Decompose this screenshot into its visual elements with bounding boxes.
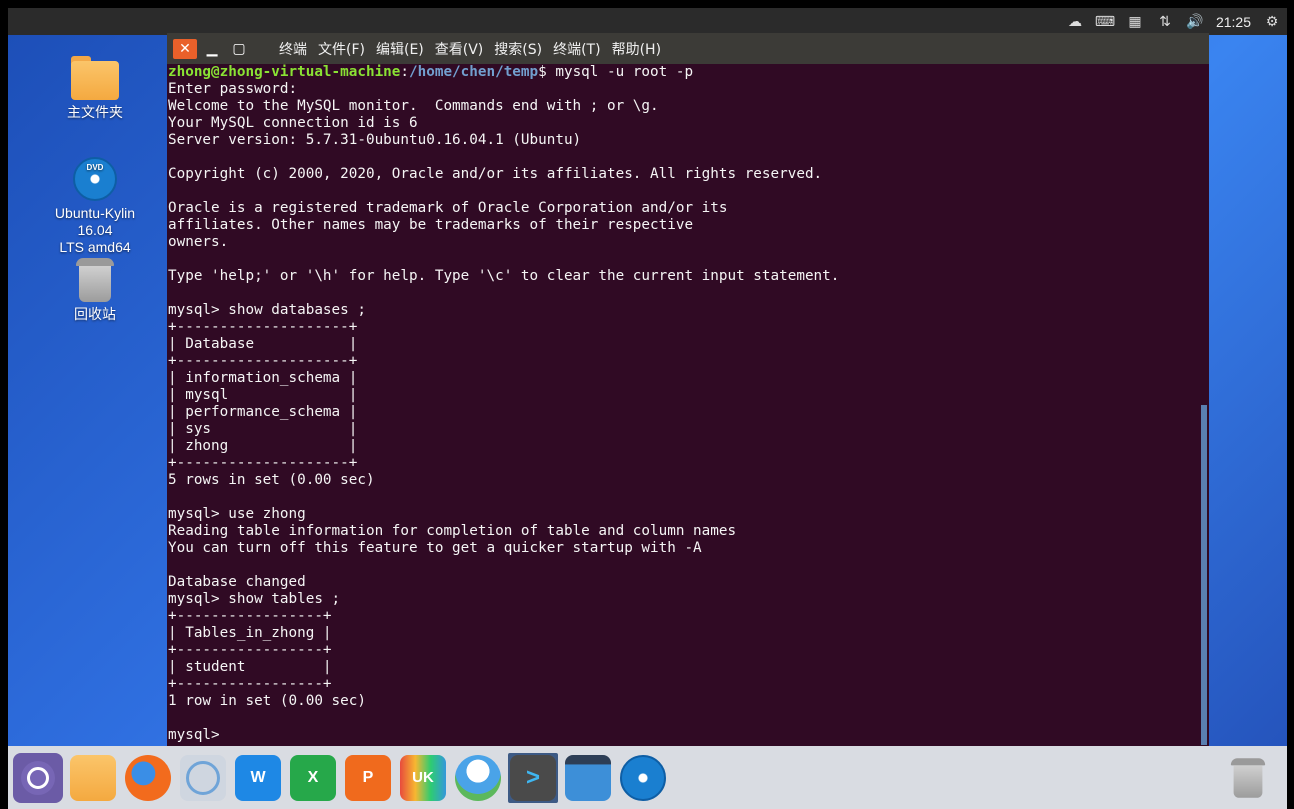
firefox-icon <box>125 754 171 801</box>
presentation-icon: P <box>345 754 391 801</box>
dock-dvd[interactable] <box>618 753 668 803</box>
dock-writer[interactable]: W <box>233 753 283 803</box>
prompt-path: /home/chen/temp <box>409 64 539 80</box>
menu-search[interactable]: 搜索(S) <box>494 39 542 59</box>
folder-icon <box>71 56 119 100</box>
menu-terminal-app[interactable]: 终端 <box>279 39 307 59</box>
top-panel: ☁ ⌨ ▦ ⇅ 🔊 21:25 ⚙ <box>8 8 1287 35</box>
dock-spreadsheet[interactable]: X <box>288 753 338 803</box>
prompt-user: zhong@zhong-virtual-machine <box>168 64 401 80</box>
kylin-start-button[interactable] <box>13 752 63 803</box>
trash-icon <box>1230 757 1266 798</box>
dock-files[interactable] <box>68 753 118 803</box>
desktop-icon-label: Ubuntu-Kylin 16.04 LTS amd64 <box>54 205 136 255</box>
maximize-button[interactable]: ▢ <box>227 39 251 59</box>
minimize-button[interactable]: ▁ <box>200 39 224 59</box>
prompt-command: $ mysql -u root -p <box>538 64 694 80</box>
desktop-icon-label: 主文件夹 <box>67 104 123 120</box>
kylin-start-icon <box>21 760 55 795</box>
files-icon <box>70 754 116 801</box>
software-center-icon: UK <box>400 754 446 801</box>
desktop-icon-home-folder[interactable]: 主文件夹 <box>40 56 150 121</box>
desktop-icon-dvd[interactable]: DVD Ubuntu-Kylin 16.04 LTS amd64 <box>40 157 150 256</box>
dock-browser[interactable] <box>178 753 228 803</box>
dock-presentation[interactable]: P <box>343 753 393 803</box>
dock: W X P UK > <box>8 746 1287 809</box>
dock-workspace[interactable] <box>563 753 613 803</box>
dock-software-center[interactable]: UK <box>398 753 448 803</box>
terminal-icon: > <box>510 754 556 801</box>
terminal-text: Enter password: Welcome to the MySQL mon… <box>168 81 840 743</box>
close-button[interactable]: ✕ <box>173 38 197 59</box>
dvd-icon <box>620 754 666 801</box>
terminal-output[interactable]: zhong@zhong-virtual-machine:/home/chen/t… <box>168 64 1198 746</box>
browser-icon <box>180 754 226 801</box>
trash-icon <box>76 258 114 302</box>
scrollbar[interactable] <box>1201 405 1207 745</box>
terminal-window[interactable]: ✕ ▁ ▢ 终端 文件(F) 编辑(E) 查看(V) 搜索(S) 终端(T) 帮… <box>167 33 1209 746</box>
prompt-separator: : <box>400 64 410 80</box>
menu-terminal[interactable]: 终端(T) <box>553 39 600 59</box>
menu-bar: 终端 文件(F) 编辑(E) 查看(V) 搜索(S) 终端(T) 帮助(H) <box>279 39 672 59</box>
calendar-icon[interactable]: ▦ <box>1126 13 1144 31</box>
desktop-icon-trash[interactable]: 回收站 <box>40 258 150 323</box>
menu-view[interactable]: 查看(V) <box>435 39 484 59</box>
assistant-icon <box>455 754 501 801</box>
desktop-icon-label: 回收站 <box>74 306 116 322</box>
dock-assistant[interactable] <box>453 753 503 803</box>
menu-file[interactable]: 文件(F) <box>318 39 365 59</box>
spreadsheet-icon: X <box>290 754 336 801</box>
dvd-icon: DVD <box>73 157 117 201</box>
system-tray: ☁ ⌨ ▦ ⇅ 🔊 21:25 ⚙ <box>1066 8 1281 35</box>
weather-icon[interactable]: ☁ <box>1066 13 1084 31</box>
volume-icon[interactable]: 🔊 <box>1186 13 1204 31</box>
workspace-icon <box>565 754 611 801</box>
menu-help[interactable]: 帮助(H) <box>612 39 661 59</box>
writer-icon: W <box>235 754 281 801</box>
menu-edit[interactable]: 编辑(E) <box>376 39 424 59</box>
terminal-titlebar[interactable]: ✕ ▁ ▢ 终端 文件(F) 编辑(E) 查看(V) 搜索(S) 终端(T) 帮… <box>167 33 1209 64</box>
network-icon[interactable]: ⇅ <box>1156 13 1174 31</box>
keyboard-icon[interactable]: ⌨ <box>1095 13 1115 31</box>
dock-trash[interactable] <box>1223 753 1273 803</box>
settings-icon[interactable]: ⚙ <box>1263 13 1281 31</box>
dock-firefox[interactable] <box>123 753 173 803</box>
dock-terminal[interactable]: > <box>508 752 558 803</box>
clock[interactable]: 21:25 <box>1216 14 1251 30</box>
